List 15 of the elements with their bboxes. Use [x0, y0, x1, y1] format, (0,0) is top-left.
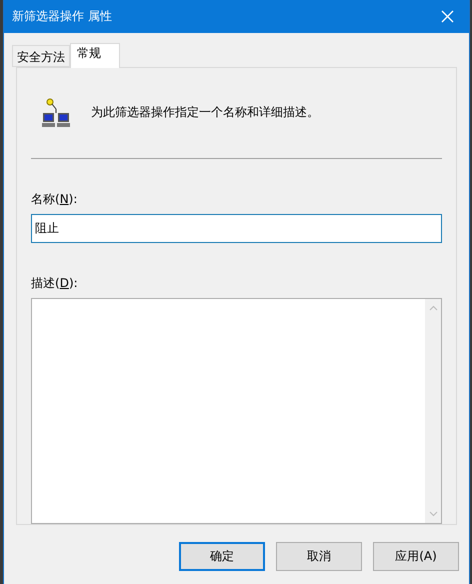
name-label: 名称(N):	[31, 190, 78, 208]
dialog-button[interactable]: 确定	[179, 542, 265, 571]
network-computers-icon	[41, 96, 73, 129]
intro-text: 为此筛选器操作指定一个名称和详细描述。	[91, 104, 319, 122]
window-title: 新筛选器操作 属性	[12, 8, 112, 25]
description-label: 描述(D):	[31, 274, 79, 292]
name-input-field[interactable]: 阻止	[31, 214, 442, 242]
scroll-up-icon[interactable]	[428, 304, 438, 310]
dialog-button[interactable]: 取消	[276, 542, 362, 571]
dialog-button[interactable]: 应用(A)	[373, 542, 459, 571]
scroll-down-icon[interactable]	[428, 511, 438, 518]
tab[interactable]: 安全方法	[12, 45, 70, 67]
tab[interactable]: 常规	[70, 43, 120, 68]
description-text-area[interactable]	[31, 298, 442, 524]
close-icon	[440, 10, 454, 23]
